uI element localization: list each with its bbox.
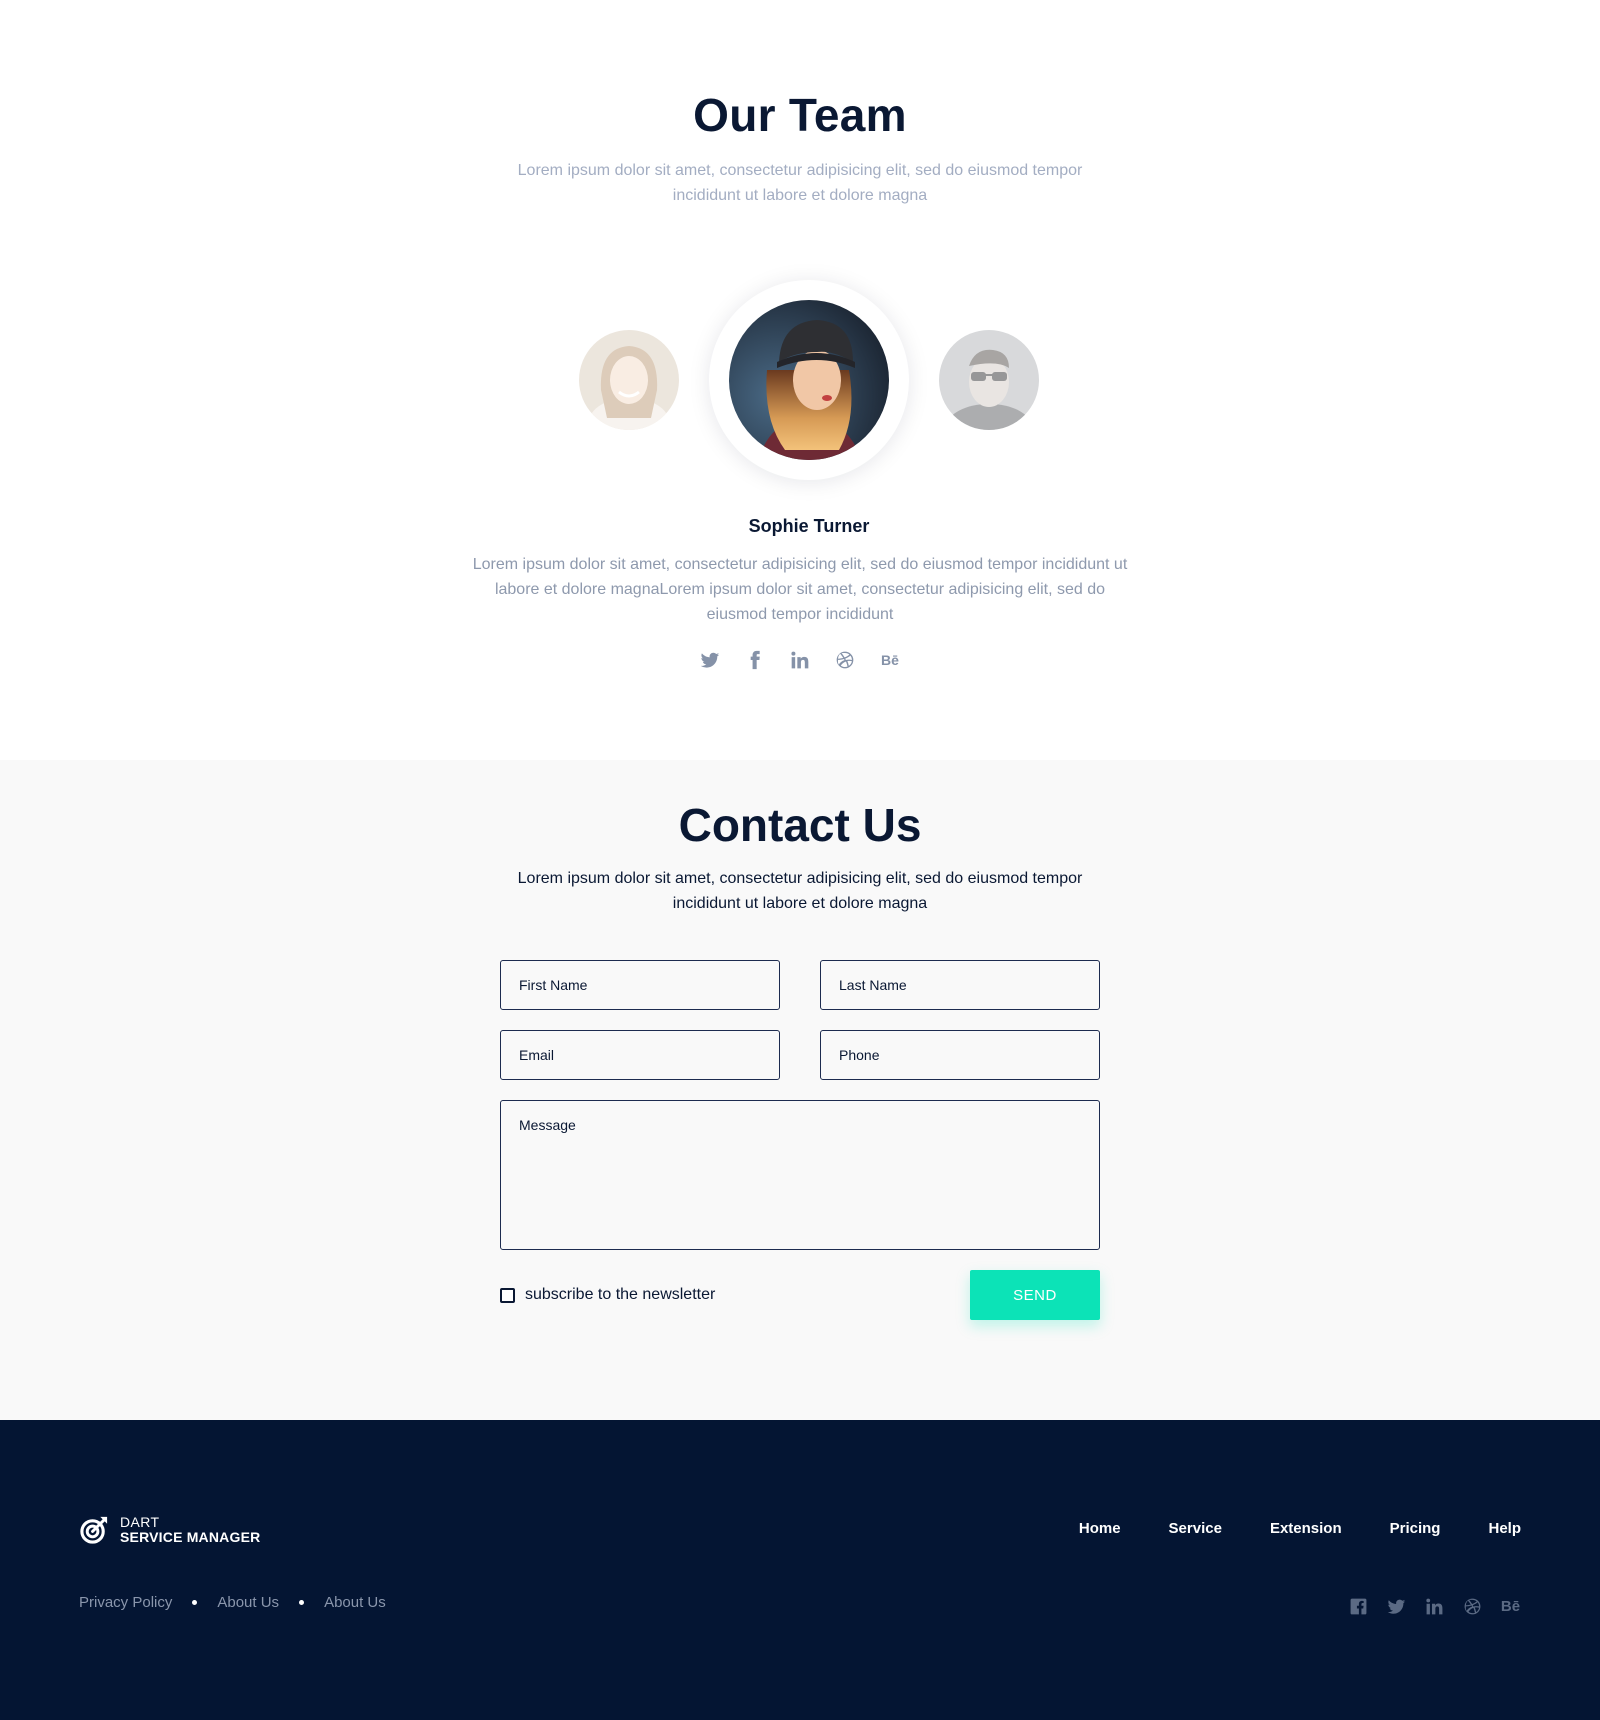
facebook-icon[interactable] [744,648,767,671]
team-title: Our Team [693,89,907,141]
brand-name-bottom: SERVICE MANAGER [120,1528,261,1545]
newsletter-label: subscribe to the newsletter [525,1286,716,1303]
dribbble-icon[interactable] [834,648,857,671]
behance-icon[interactable]: Bē [1500,1596,1521,1617]
behance-icon[interactable]: Bē [879,648,902,671]
team-member-bio: Lorem ipsum dolor sit amet, consectetur … [472,556,1128,623]
newsletter-checkbox[interactable] [500,1287,515,1303]
team-member-photo [729,300,889,460]
last-name-field[interactable] [820,960,1100,1010]
contact-section: Contact Us Lorem ipsum dolor sit amet, c… [0,760,1600,1420]
separator-dot [192,1600,198,1605]
dribbble-icon[interactable] [1462,1596,1483,1617]
twitter-icon[interactable] [699,648,722,671]
send-button[interactable]: SEND [970,1270,1100,1320]
team-avatar-active[interactable] [709,280,909,480]
linkedin-icon[interactable] [1424,1596,1445,1617]
first-name-field[interactable] [500,960,780,1010]
footer-social: Bē [1348,1596,1521,1617]
contact-title: Contact Us [678,799,922,851]
team-avatar-next[interactable] [939,330,1039,430]
footer-nav-home[interactable]: Home [1079,1520,1121,1537]
about-us-link[interactable]: About Us [217,1594,279,1611]
linkedin-icon[interactable] [789,648,812,671]
phone-field[interactable] [820,1030,1100,1080]
twitter-icon[interactable] [1386,1596,1407,1617]
brand[interactable]: DART SERVICE MANAGER [79,1514,260,1545]
footer-nav-pricing[interactable]: Pricing [1390,1520,1441,1537]
team-member-social: Bē [0,648,1600,671]
footer-nav-service[interactable]: Service [1169,1520,1222,1537]
separator-dot [299,1600,305,1605]
brand-name-top: DART [120,1513,160,1530]
privacy-policy-link[interactable]: Privacy Policy [79,1594,172,1611]
contact-subtitle: Lorem ipsum dolor sit amet, consectetur … [517,870,1083,912]
footer-nav-help[interactable]: Help [1488,1520,1521,1537]
message-field[interactable] [500,1100,1100,1250]
team-subtitle: Lorem ipsum dolor sit amet, consectetur … [517,162,1083,204]
footer-nav: Home Service Extension Pricing Help [1079,1520,1521,1537]
footer: DART SERVICE MANAGER Home Service Extens… [0,1420,1600,1720]
facebook-icon[interactable] [1348,1596,1369,1617]
target-logo-icon [79,1514,110,1545]
team-member-name: Sophie Turner [748,516,870,536]
team-avatar-prev[interactable] [579,330,679,430]
newsletter-option[interactable]: subscribe to the newsletter [500,1286,715,1304]
footer-nav-extension[interactable]: Extension [1270,1520,1342,1537]
email-field[interactable] [500,1030,780,1080]
footer-links: Privacy Policy About Us About Us [79,1594,386,1611]
brand-name: DART SERVICE MANAGER [120,1513,261,1545]
about-us-link[interactable]: About Us [324,1594,386,1611]
team-section: Our Team Lorem ipsum dolor sit amet, con… [0,0,1600,760]
